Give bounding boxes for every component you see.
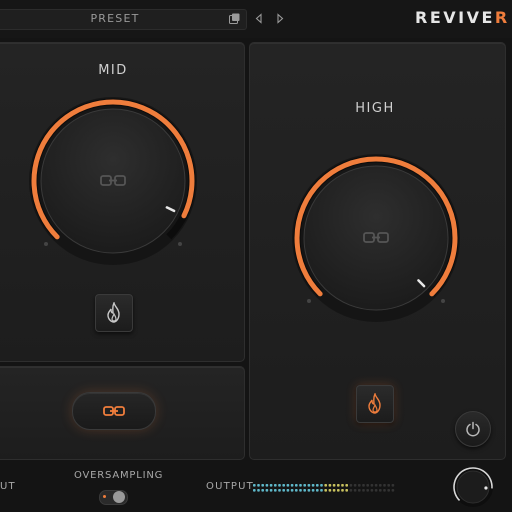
meter-segment xyxy=(286,489,290,492)
meter-segment xyxy=(383,489,386,492)
meter-segment xyxy=(290,489,294,492)
output-level-meter xyxy=(253,484,395,492)
previous-preset-icon[interactable] xyxy=(254,13,264,24)
meter-segment xyxy=(370,489,374,492)
mid-saturation-button[interactable] xyxy=(95,294,133,332)
next-preset-icon[interactable] xyxy=(275,13,285,24)
meter-segment xyxy=(311,484,315,487)
meter-segment xyxy=(391,489,395,492)
meter-segment xyxy=(290,484,294,487)
meter-segment xyxy=(353,484,357,487)
high-band-label: HIGH xyxy=(355,101,395,116)
meter-segment xyxy=(316,489,319,492)
meter-segment xyxy=(332,489,336,492)
meter-segment xyxy=(366,489,369,492)
meter-segment xyxy=(274,484,277,487)
mid-knob[interactable] xyxy=(26,94,200,268)
logo-main: REVIVE xyxy=(415,8,495,27)
band-power-button[interactable] xyxy=(455,411,491,447)
high-flame-icon xyxy=(368,393,381,414)
meter-segment xyxy=(274,489,277,492)
meter-segment xyxy=(261,489,264,492)
meter-segment xyxy=(328,489,332,492)
meter-segment xyxy=(253,484,256,487)
meter-segment xyxy=(353,489,357,492)
meter-segment xyxy=(374,484,378,487)
meter-segment xyxy=(345,489,348,492)
meter-segment xyxy=(257,484,260,487)
meter-segment xyxy=(345,484,348,487)
link-icon xyxy=(103,406,125,416)
logo-accent: R xyxy=(494,8,510,27)
meter-segment xyxy=(341,484,344,487)
meter-segment xyxy=(299,484,302,487)
meter-segment xyxy=(257,489,260,492)
meter-segment xyxy=(362,489,365,492)
meter-segment xyxy=(320,489,323,492)
brand-logo: REVIVER xyxy=(415,8,507,28)
high-knob[interactable] xyxy=(289,151,463,325)
meter-segment xyxy=(269,489,273,492)
meter-segment xyxy=(374,489,378,492)
meter-segment xyxy=(337,484,340,487)
meter-segment xyxy=(370,484,374,487)
oversampling-toggle-thumb[interactable] xyxy=(113,491,125,503)
band-link-toggle[interactable] xyxy=(72,392,156,430)
meter-segment xyxy=(387,484,390,487)
meter-segment xyxy=(253,489,256,492)
output-label: OUTPUT xyxy=(206,481,254,492)
meter-segment xyxy=(269,484,273,487)
preset-open-icon[interactable] xyxy=(229,13,240,24)
meter-segment xyxy=(316,484,319,487)
high-saturation-button[interactable] xyxy=(356,385,394,423)
meter-segment xyxy=(282,484,285,487)
oversampling-indicator xyxy=(103,495,106,498)
meter-segment xyxy=(286,484,290,487)
meter-segment xyxy=(391,484,395,487)
meter-segment xyxy=(295,489,298,492)
input-label: UT xyxy=(0,481,16,492)
meter-segment xyxy=(324,484,327,487)
meter-segment xyxy=(349,489,353,492)
meter-segment xyxy=(261,484,264,487)
meter-segment xyxy=(383,484,386,487)
meter-segment xyxy=(278,484,281,487)
meter-segment xyxy=(303,484,306,487)
meter-segment xyxy=(324,489,327,492)
meter-segment xyxy=(362,484,365,487)
meter-segment xyxy=(349,484,353,487)
meter-segment xyxy=(278,489,281,492)
mid-band-label: MID xyxy=(98,63,128,78)
meter-segment xyxy=(299,489,302,492)
meter-segment xyxy=(303,489,306,492)
meter-segment xyxy=(320,484,323,487)
output-knob-pointer xyxy=(484,486,488,490)
power-icon xyxy=(466,421,480,437)
meter-segment xyxy=(307,489,311,492)
meter-segment xyxy=(265,484,269,487)
meter-segment xyxy=(379,489,382,492)
meter-segment xyxy=(311,489,315,492)
meter-segment xyxy=(366,484,369,487)
meter-segment xyxy=(337,489,340,492)
meter-segment xyxy=(358,484,361,487)
meter-segment xyxy=(358,489,361,492)
output-knob[interactable] xyxy=(452,466,494,508)
meter-segment xyxy=(328,484,332,487)
meter-segment xyxy=(282,489,285,492)
preset-label: PRESET xyxy=(90,12,140,25)
mid-flame-icon xyxy=(107,302,120,323)
meter-segment xyxy=(265,489,269,492)
meter-segment xyxy=(307,484,311,487)
oversampling-label: OVERSAMPLING xyxy=(74,470,164,481)
meter-segment xyxy=(332,484,336,487)
meter-segment xyxy=(387,489,390,492)
meter-segment xyxy=(341,489,344,492)
meter-segment xyxy=(379,484,382,487)
meter-segment xyxy=(295,484,298,487)
